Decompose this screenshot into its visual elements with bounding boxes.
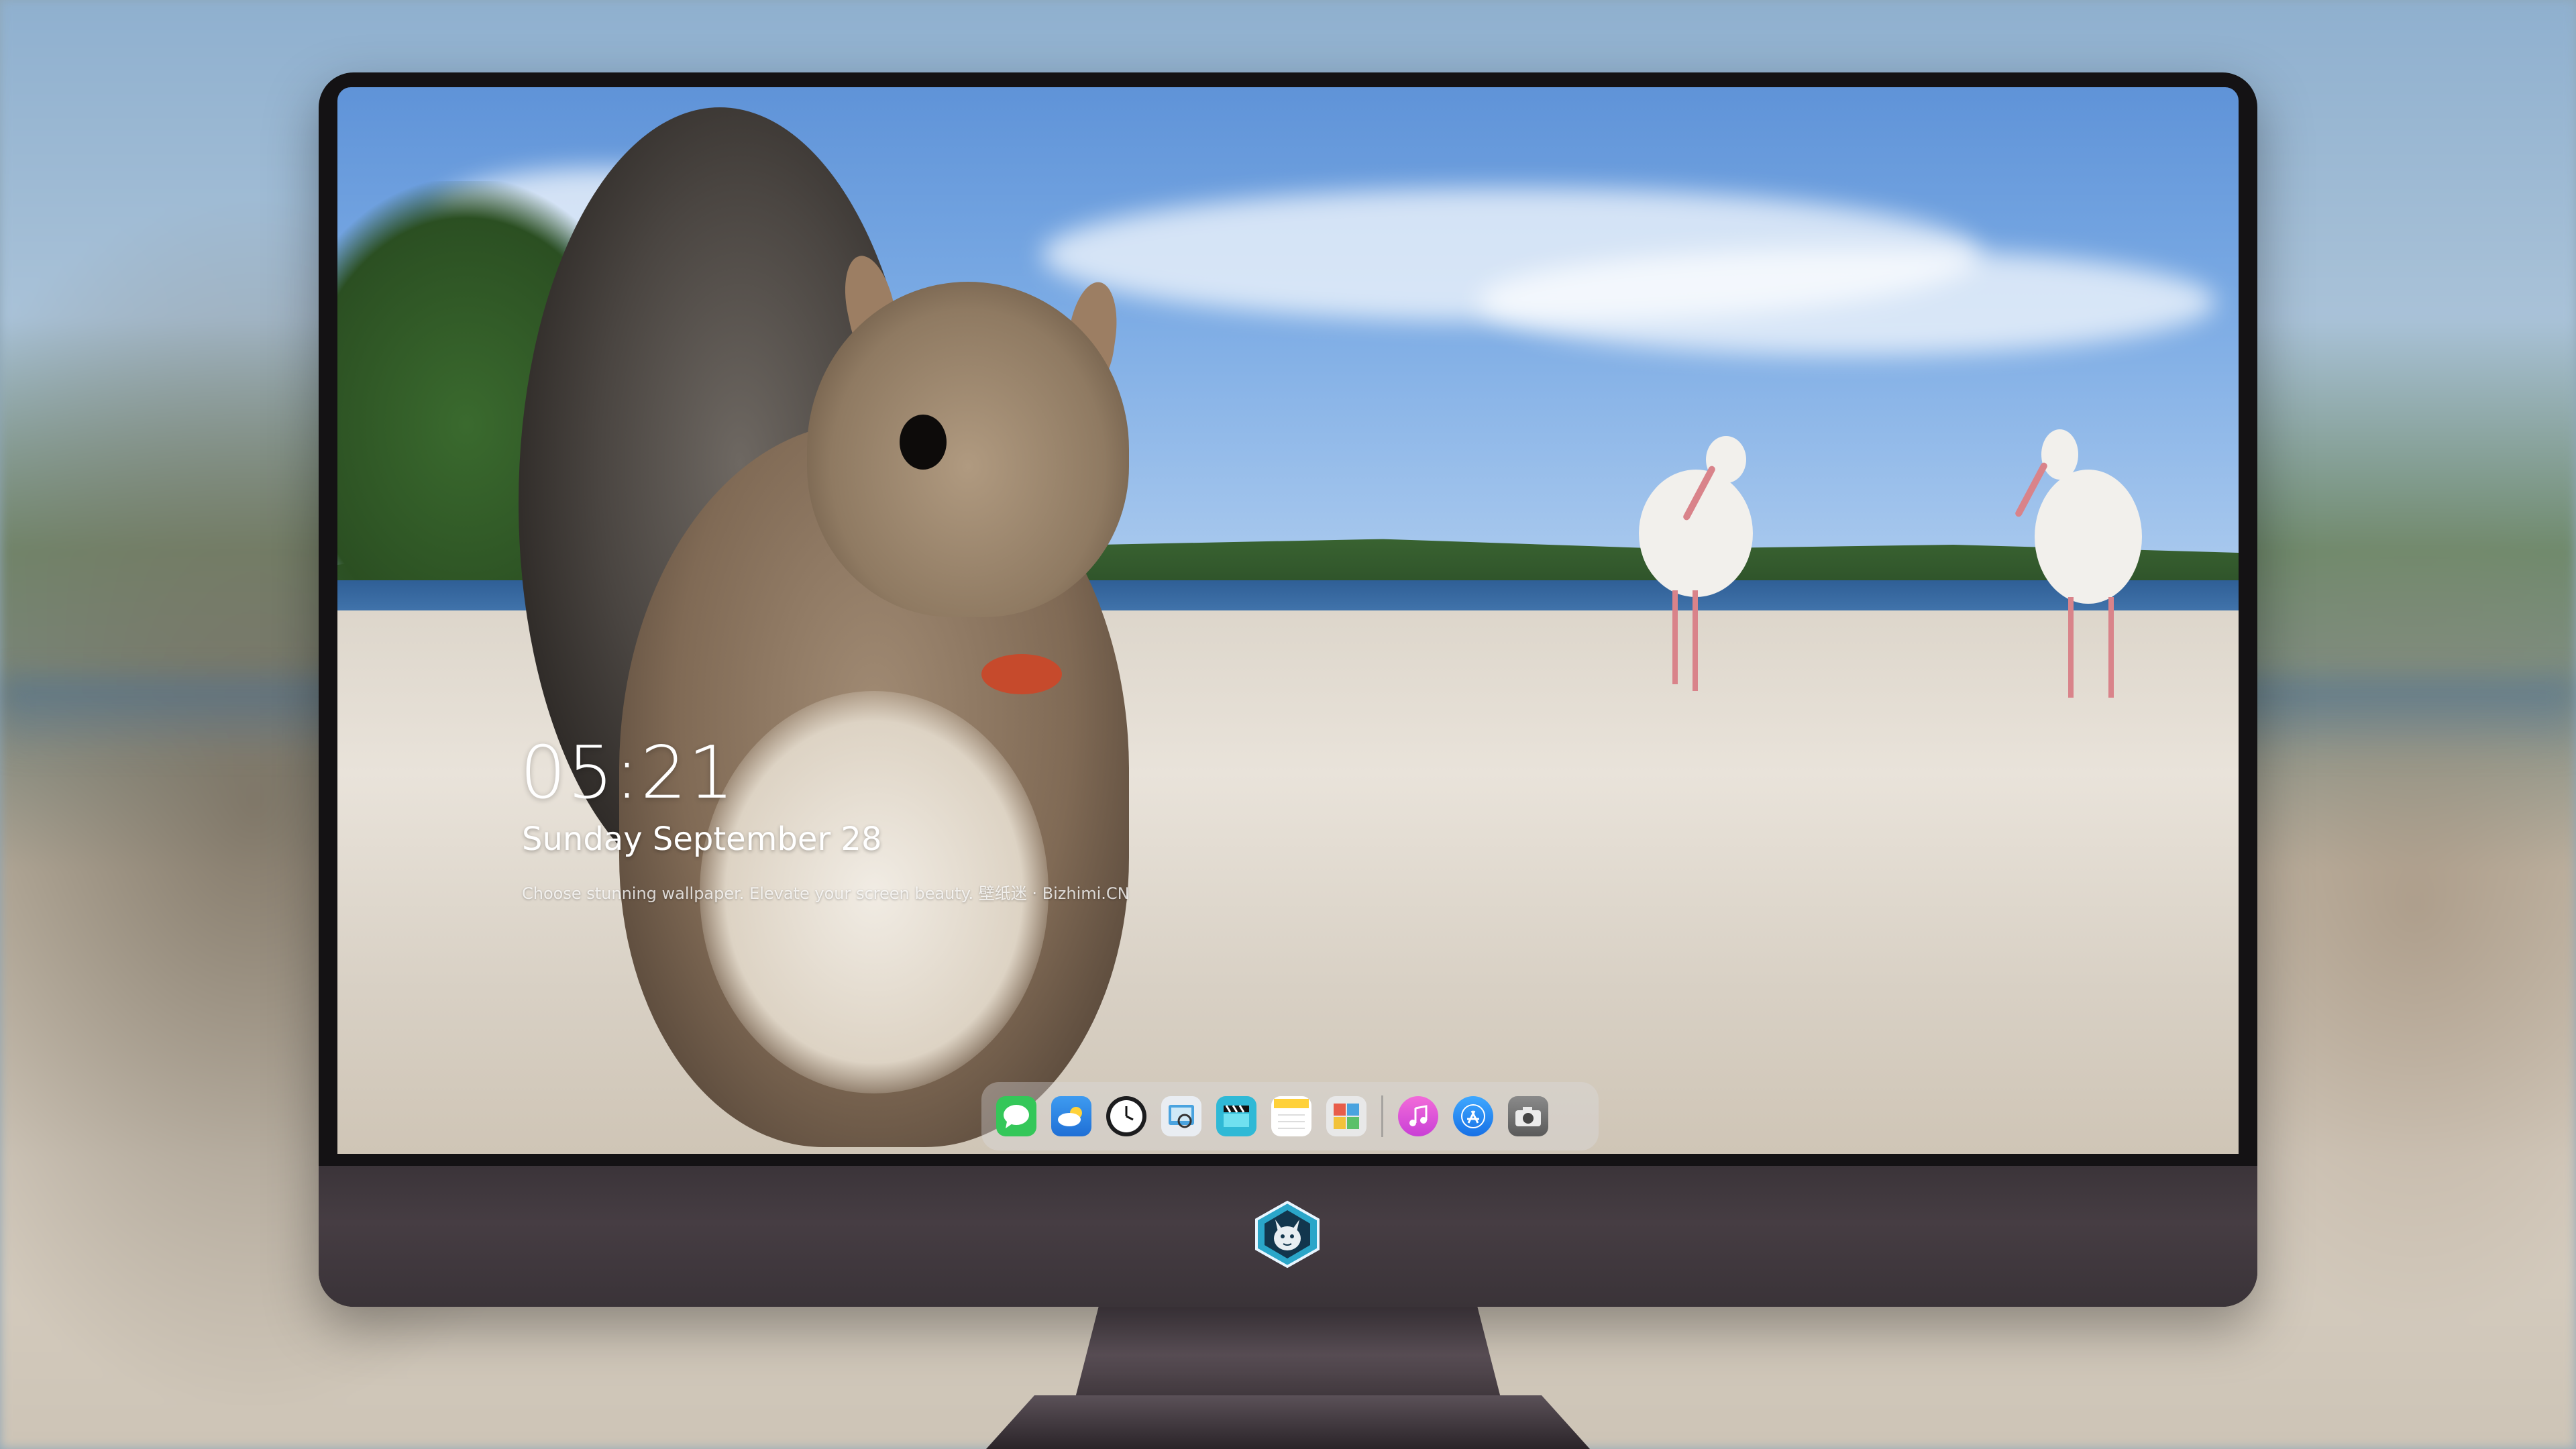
weather-icon[interactable] [1051,1096,1091,1136]
lockscreen-clock: 05:21 [520,731,736,815]
dock [981,1082,1599,1150]
preview-icon[interactable] [1161,1096,1201,1136]
desktop-screen: 05:21 Sunday September 28 Choose stunnin… [337,87,2239,1154]
dock-separator [1381,1095,1383,1137]
itunes-icon[interactable] [1398,1096,1438,1136]
messages-icon[interactable] [996,1096,1036,1136]
monitor-stand-base [986,1395,1590,1449]
wallpaper-tagline: Choose stunning wallpaper. Elevate your … [522,884,1130,903]
wallpaper-squirrel-head [807,282,1129,617]
photo-booth-icon[interactable] [1326,1096,1366,1136]
wolf-mascot-logo-icon [1255,1200,1320,1269]
wallpaper-ibis [2008,423,2182,704]
clips-icon[interactable] [1216,1096,1256,1136]
app-store-icon[interactable] [1453,1096,1493,1136]
monitor-stand-neck [1073,1305,1503,1405]
wallpaper-squirrel-eye [900,415,947,470]
camera-icon[interactable] [1508,1096,1548,1136]
wallpaper-squirrel-snack [981,654,1062,694]
wallpaper-ibis [1599,436,1813,691]
wallpaper-cloud [1478,248,2216,356]
lockscreen-date: Sunday September 28 [522,820,882,858]
notes-icon[interactable] [1271,1096,1311,1136]
clock-icon[interactable] [1106,1096,1146,1136]
